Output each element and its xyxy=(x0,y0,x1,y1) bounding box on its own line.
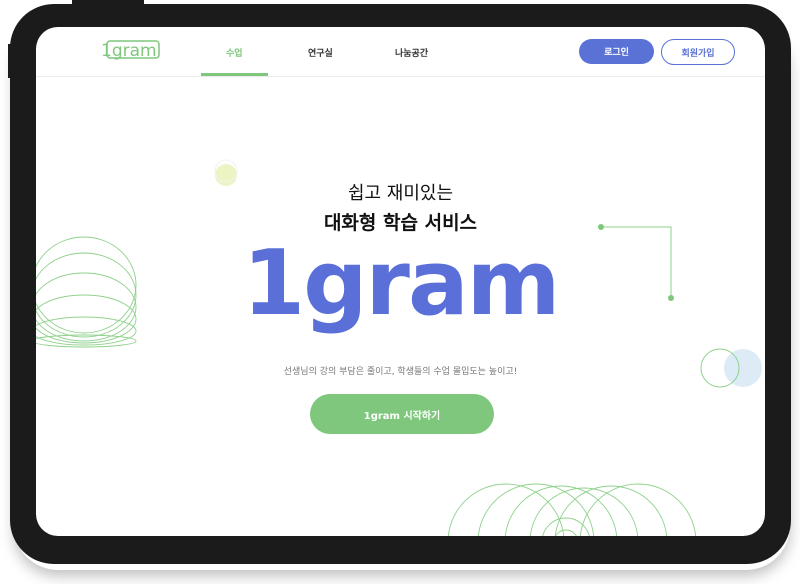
hero-brand-wordmark: 1gram xyxy=(242,231,561,336)
login-button[interactable]: 로그인 xyxy=(579,39,654,64)
device-side-button xyxy=(8,44,12,78)
nav-active-underline xyxy=(201,73,268,76)
nav-tab-lab[interactable]: 연구실 xyxy=(308,46,333,59)
logo-1gram[interactable]: 1gram xyxy=(99,37,161,63)
signup-button[interactable]: 회원가입 xyxy=(661,39,735,65)
nav-tab-class[interactable]: 수업 xyxy=(226,46,243,59)
hero-description: 선생님의 강의 부담은 줄이고, 학생들의 수업 몰입도는 높이고! xyxy=(283,367,518,377)
top-navigation: 1gram 수업 연구실 나눔공간 로그인 회원가입 xyxy=(36,27,765,77)
svg-text:1gram: 1gram xyxy=(101,41,157,61)
tablet-screen: 1gram 수업 연구실 나눔공간 로그인 회원가입 쉽고 재미있는 대화형 학… xyxy=(36,27,765,536)
hero-subtitle: 쉽고 재미있는 xyxy=(347,183,454,204)
nav-tab-sharing-space[interactable]: 나눔공간 xyxy=(395,46,428,59)
deco-circles-bottom xyxy=(447,483,697,536)
start-button[interactable]: 1gram 시작하기 xyxy=(310,394,494,434)
